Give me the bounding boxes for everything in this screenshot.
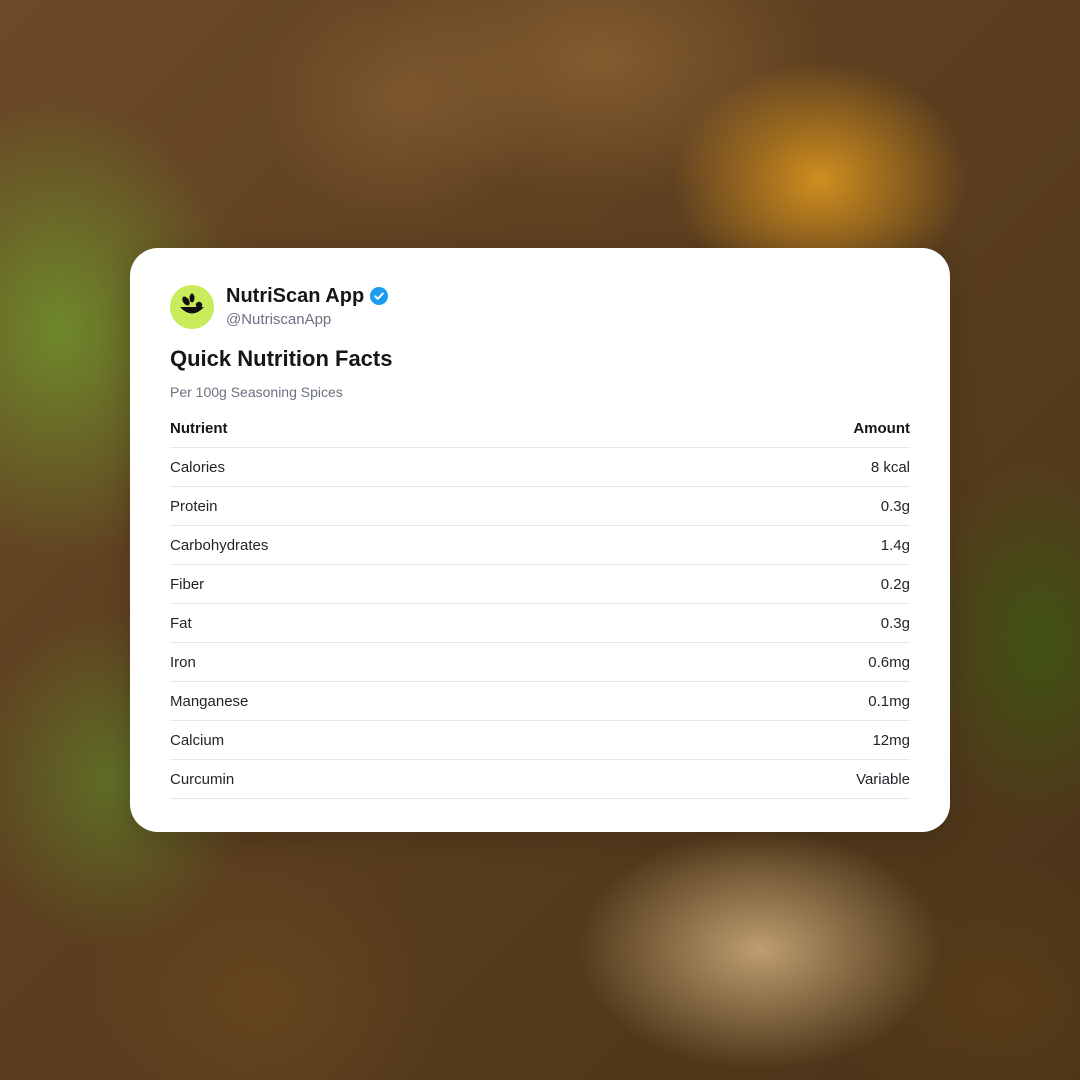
table-row: Calcium 12mg (170, 721, 910, 760)
nutrient-amount: 0.3g (880, 497, 910, 515)
table-row: Calories 8 kcal (170, 448, 910, 487)
verified-badge-icon (370, 287, 389, 305)
leaf-bowl-logo-icon (180, 293, 204, 313)
table-row: Fiber 0.2g (170, 565, 910, 604)
post-card: NutriScan App @NutriscanApp Quick Nutrit… (130, 248, 950, 832)
nutrient-amount: 1.4g (880, 536, 910, 554)
nutrient-name: Fat (170, 614, 192, 632)
nutrient-name: Calories (170, 458, 226, 476)
nutrient-amount: Variable (856, 770, 910, 788)
table-row: Carbohydrates 1.4g (170, 526, 910, 565)
profile-names: NutriScan App @NutriscanApp (226, 284, 389, 329)
display-name[interactable]: NutriScan App (226, 284, 364, 308)
name-row: NutriScan App (226, 284, 389, 308)
card-subtitle: Per 100g Seasoning Spices (170, 384, 343, 400)
nutrient-amount: 8 kcal (870, 458, 910, 476)
nutrition-table: Nutrient Amount Calories 8 kcal Protein … (170, 409, 910, 799)
table-row: Protein 0.3g (170, 487, 910, 526)
table-row: Fat 0.3g (170, 604, 910, 643)
nutrient-amount: 12mg (872, 731, 910, 749)
table-header-row: Nutrient Amount (170, 409, 910, 448)
nutrient-name: Iron (170, 653, 196, 671)
nutrient-name: Protein (170, 497, 218, 515)
nutrient-name: Carbohydrates (170, 536, 269, 554)
user-handle[interactable]: @NutriscanApp (226, 310, 388, 329)
table-row: Manganese 0.1mg (170, 682, 910, 721)
nutrient-amount: 0.1mg (868, 692, 910, 710)
nutrient-name: Manganese (170, 692, 249, 710)
table-row: Iron 0.6mg (170, 643, 910, 682)
nutrient-name: Curcumin (170, 770, 235, 788)
column-header-amount: Amount (853, 419, 910, 437)
column-header-nutrient: Nutrient (170, 419, 228, 437)
nutrient-amount: 0.6mg (868, 653, 910, 671)
nutrient-name: Fiber (170, 575, 205, 593)
nutrient-name: Calcium (170, 731, 225, 749)
table-row: Curcumin Variable (170, 760, 910, 799)
post-header: NutriScan App @NutriscanApp (170, 284, 389, 329)
card-title: Quick Nutrition Facts (170, 346, 393, 371)
nutrient-amount: 0.3g (880, 614, 910, 632)
nutrient-amount: 0.2g (880, 575, 910, 593)
avatar[interactable] (170, 284, 214, 329)
